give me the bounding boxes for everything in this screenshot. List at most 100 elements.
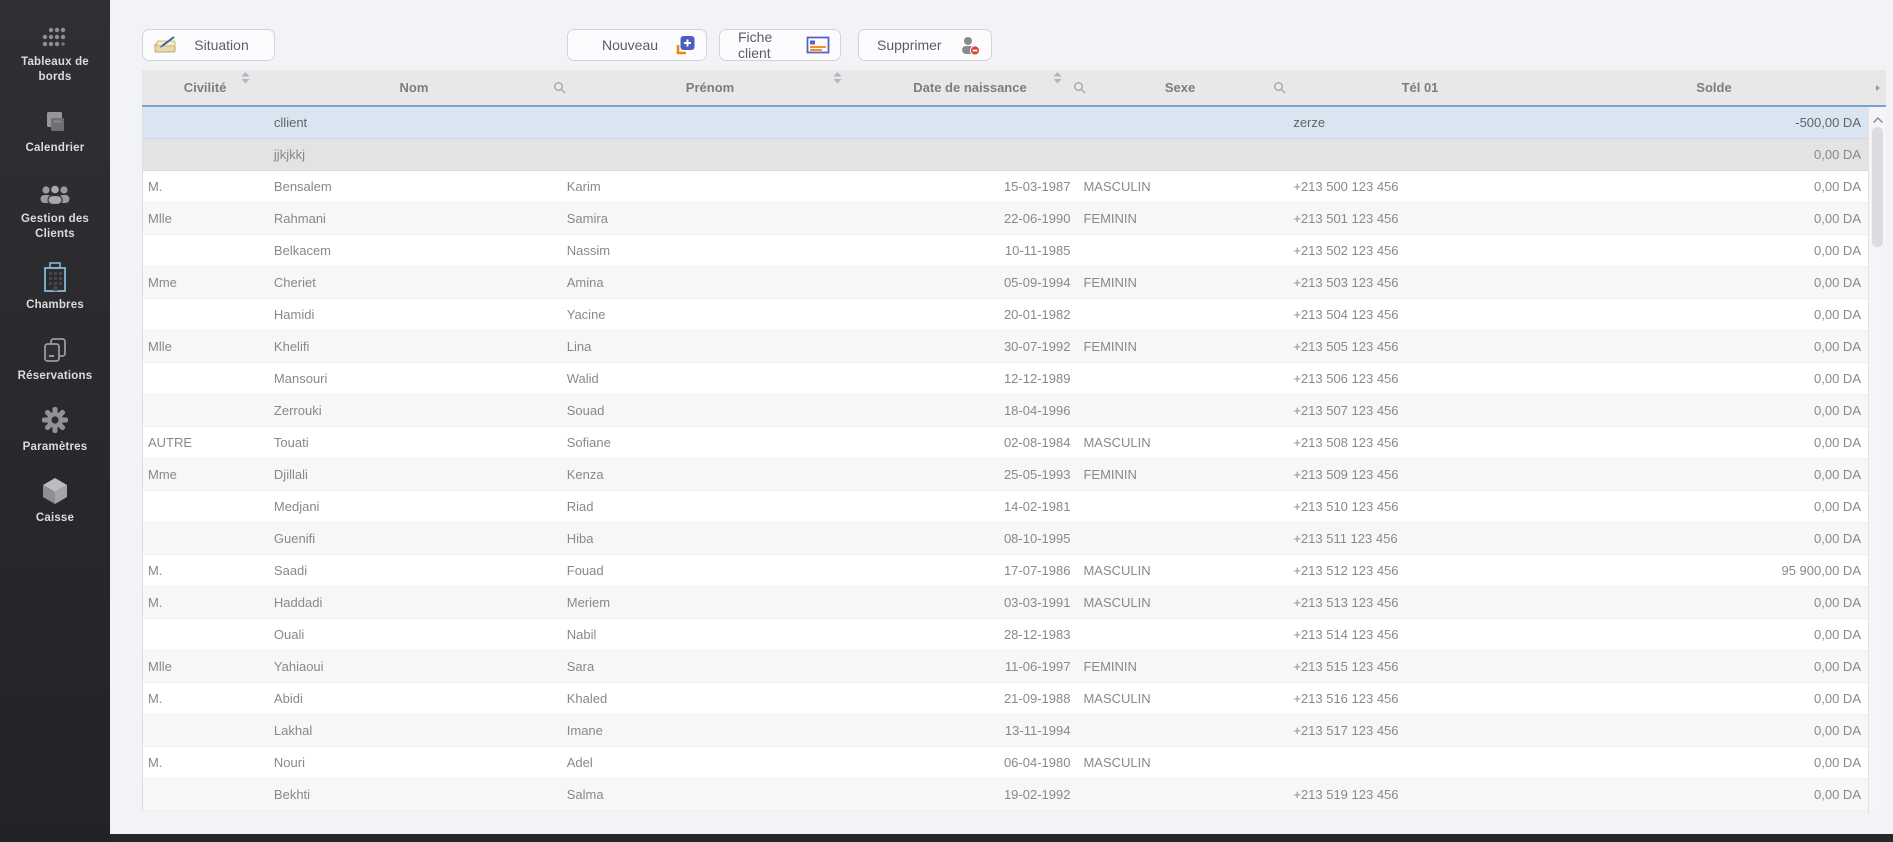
- cell-prenom: [561, 107, 861, 138]
- cell-date-naissance: 18-04-1996: [861, 395, 1081, 426]
- table-row[interactable]: Guenifi Hiba 08-10-1995 +213 511 123 456…: [143, 523, 1868, 555]
- cell-tel01: +213 506 123 456: [1280, 363, 1560, 394]
- table-row[interactable]: M. Bensalem Karim 15-03-1987 MASCULIN +2…: [143, 171, 1868, 203]
- cell-nom: Ouali: [269, 619, 561, 650]
- cashbox-cube-icon: [41, 476, 69, 506]
- cell-civilite: Mlle: [143, 651, 269, 682]
- filter-search-icon[interactable]: [1073, 81, 1087, 95]
- cell-date-naissance: 02-08-1984: [861, 427, 1081, 458]
- scrollbar-thumb[interactable]: [1872, 127, 1883, 247]
- sidebar-item-chambres[interactable]: Chambres: [0, 253, 110, 324]
- cell-prenom: Lina: [561, 331, 861, 362]
- table-row[interactable]: Mansouri Walid 12-12-1989 +213 506 123 4…: [143, 363, 1868, 395]
- rooms-building-icon: [40, 263, 70, 293]
- cell-civilite: [143, 107, 269, 138]
- table-row[interactable]: M. Haddadi Meriem 03-03-1991 MASCULIN +2…: [143, 587, 1868, 619]
- cell-prenom: Yacine: [561, 299, 861, 330]
- table-row[interactable]: cllient zerze -500,00 DA: [143, 107, 1868, 139]
- cell-nom: Lakhal: [269, 715, 561, 746]
- column-header-civilite[interactable]: Civilité: [142, 70, 268, 105]
- table-row[interactable]: Belkacem Nassim 10-11-1985 +213 502 123 …: [143, 235, 1868, 267]
- cell-tel01: +213 514 123 456: [1280, 619, 1560, 650]
- column-header-label: Sexe: [1165, 80, 1195, 95]
- sidebar-item-parametres[interactable]: Paramètres: [0, 395, 110, 466]
- cell-tel01: zerze: [1280, 107, 1560, 138]
- sidebar-item-calendrier[interactable]: Calendrier: [0, 96, 110, 167]
- sidebar-item-label: Gestion des Clients: [4, 212, 106, 242]
- table-row[interactable]: Mlle Khelifi Lina 30-07-1992 FEMININ +21…: [143, 331, 1868, 363]
- cell-sexe: [1080, 715, 1280, 746]
- cell-nom: Mansouri: [269, 363, 561, 394]
- client-card-icon: [806, 36, 830, 55]
- sidebar-item-tableaux-de-bords[interactable]: Tableaux de bords: [0, 10, 110, 96]
- column-header-solde[interactable]: Solde: [1560, 70, 1868, 105]
- situation-notepad-icon: [153, 34, 179, 56]
- vertical-scrollbar[interactable]: [1868, 107, 1886, 814]
- table-row[interactable]: Mme Cheriet Amina 05-09-1994 FEMININ +21…: [143, 267, 1868, 299]
- situation-button[interactable]: Situation: [142, 29, 275, 61]
- nouveau-button[interactable]: Nouveau: [567, 29, 707, 61]
- table-row[interactable]: Lakhal Imane 13-11-1994 +213 517 123 456…: [143, 715, 1868, 747]
- column-header-prenom[interactable]: Prénom: [560, 70, 860, 105]
- cell-nom: Nouri: [269, 747, 561, 778]
- cell-sexe: [1080, 363, 1280, 394]
- column-header-date-naissance[interactable]: Date de naissance: [860, 70, 1080, 105]
- cell-sexe: [1080, 139, 1280, 170]
- cell-tel01: +213 509 123 456: [1280, 459, 1560, 490]
- table-row[interactable]: Hamidi Yacine 20-01-1982 +213 504 123 45…: [143, 299, 1868, 331]
- fiche-client-button[interactable]: Fiche client: [719, 29, 841, 61]
- table-row[interactable]: Bekhti Salma 19-02-1992 +213 519 123 456…: [143, 779, 1868, 811]
- cell-sexe: [1080, 491, 1280, 522]
- cell-nom: Cheriet: [269, 267, 561, 298]
- cell-tel01: +213 513 123 456: [1280, 587, 1560, 618]
- cell-tel01: [1280, 747, 1560, 778]
- nouveau-button-label: Nouveau: [578, 37, 674, 53]
- table-row[interactable]: M. Saadi Fouad 17-07-1986 MASCULIN +213 …: [143, 555, 1868, 587]
- cell-civilite: [143, 395, 269, 426]
- table-row[interactable]: Ouali Nabil 28-12-1983 +213 514 123 456 …: [143, 619, 1868, 651]
- table-row[interactable]: Medjani Riad 14-02-1981 +213 510 123 456…: [143, 491, 1868, 523]
- cell-date-naissance: 15-03-1987: [861, 171, 1081, 202]
- column-header-sexe[interactable]: Sexe: [1080, 70, 1280, 105]
- column-chooser-button[interactable]: [1868, 70, 1886, 105]
- table-row[interactable]: M. Abidi Khaled 21-09-1988 MASCULIN +213…: [143, 683, 1868, 715]
- cell-tel01: +213 503 123 456: [1280, 267, 1560, 298]
- table-row[interactable]: M. Nouri Adel 06-04-1980 MASCULIN 0,00 D…: [143, 747, 1868, 779]
- filter-search-icon[interactable]: [553, 81, 567, 95]
- cell-prenom: Meriem: [561, 587, 861, 618]
- cell-civilite: [143, 619, 269, 650]
- table-row[interactable]: Mlle Rahmani Samira 22-06-1990 FEMININ +…: [143, 203, 1868, 235]
- cell-solde: 0,00 DA: [1560, 715, 1868, 746]
- cell-sexe: FEMININ: [1080, 331, 1280, 362]
- cell-solde: 0,00 DA: [1560, 523, 1868, 554]
- table-row[interactable]: Zerrouki Souad 18-04-1996 +213 507 123 4…: [143, 395, 1868, 427]
- column-header-nom[interactable]: Nom: [268, 70, 560, 105]
- filter-search-icon[interactable]: [1273, 81, 1287, 95]
- cell-tel01: +213 519 123 456: [1280, 779, 1560, 810]
- sidebar-item-gestion-des-clients[interactable]: Gestion des Clients: [0, 167, 110, 253]
- cell-tel01: +213 512 123 456: [1280, 555, 1560, 586]
- cell-nom: Yahiaoui: [269, 651, 561, 682]
- table-row[interactable]: AUTRE Touati Sofiane 02-08-1984 MASCULIN…: [143, 427, 1868, 459]
- cell-civilite: M.: [143, 555, 269, 586]
- table-row[interactable]: Mme Djillali Kenza 25-05-1993 FEMININ +2…: [143, 459, 1868, 491]
- column-header-label: Civilité: [184, 80, 227, 95]
- column-header-tel01[interactable]: Tél 01: [1280, 70, 1560, 105]
- sidebar-item-label: Chambres: [26, 298, 84, 313]
- cell-tel01: +213 504 123 456: [1280, 299, 1560, 330]
- table-row[interactable]: jjkjkkj 0,00 DA: [143, 139, 1868, 171]
- sidebar-item-caisse[interactable]: Caisse: [0, 466, 110, 537]
- cell-civilite: [143, 779, 269, 810]
- sidebar-item-reservations[interactable]: Réservations: [0, 324, 110, 395]
- cell-solde: 0,00 DA: [1560, 203, 1868, 234]
- cell-tel01: +213 501 123 456: [1280, 203, 1560, 234]
- sort-icon: [1053, 72, 1062, 84]
- cell-prenom: [561, 139, 861, 170]
- supprimer-button[interactable]: Supprimer: [858, 29, 992, 61]
- cell-date-naissance: 03-03-1991: [861, 587, 1081, 618]
- supprimer-button-label: Supprimer: [869, 37, 958, 53]
- table-row[interactable]: Mlle Yahiaoui Sara 11-06-1997 FEMININ +2…: [143, 651, 1868, 683]
- cell-nom: Guenifi: [269, 523, 561, 554]
- cell-date-naissance: 13-11-1994: [861, 715, 1081, 746]
- cell-solde: 95 900,00 DA: [1560, 555, 1868, 586]
